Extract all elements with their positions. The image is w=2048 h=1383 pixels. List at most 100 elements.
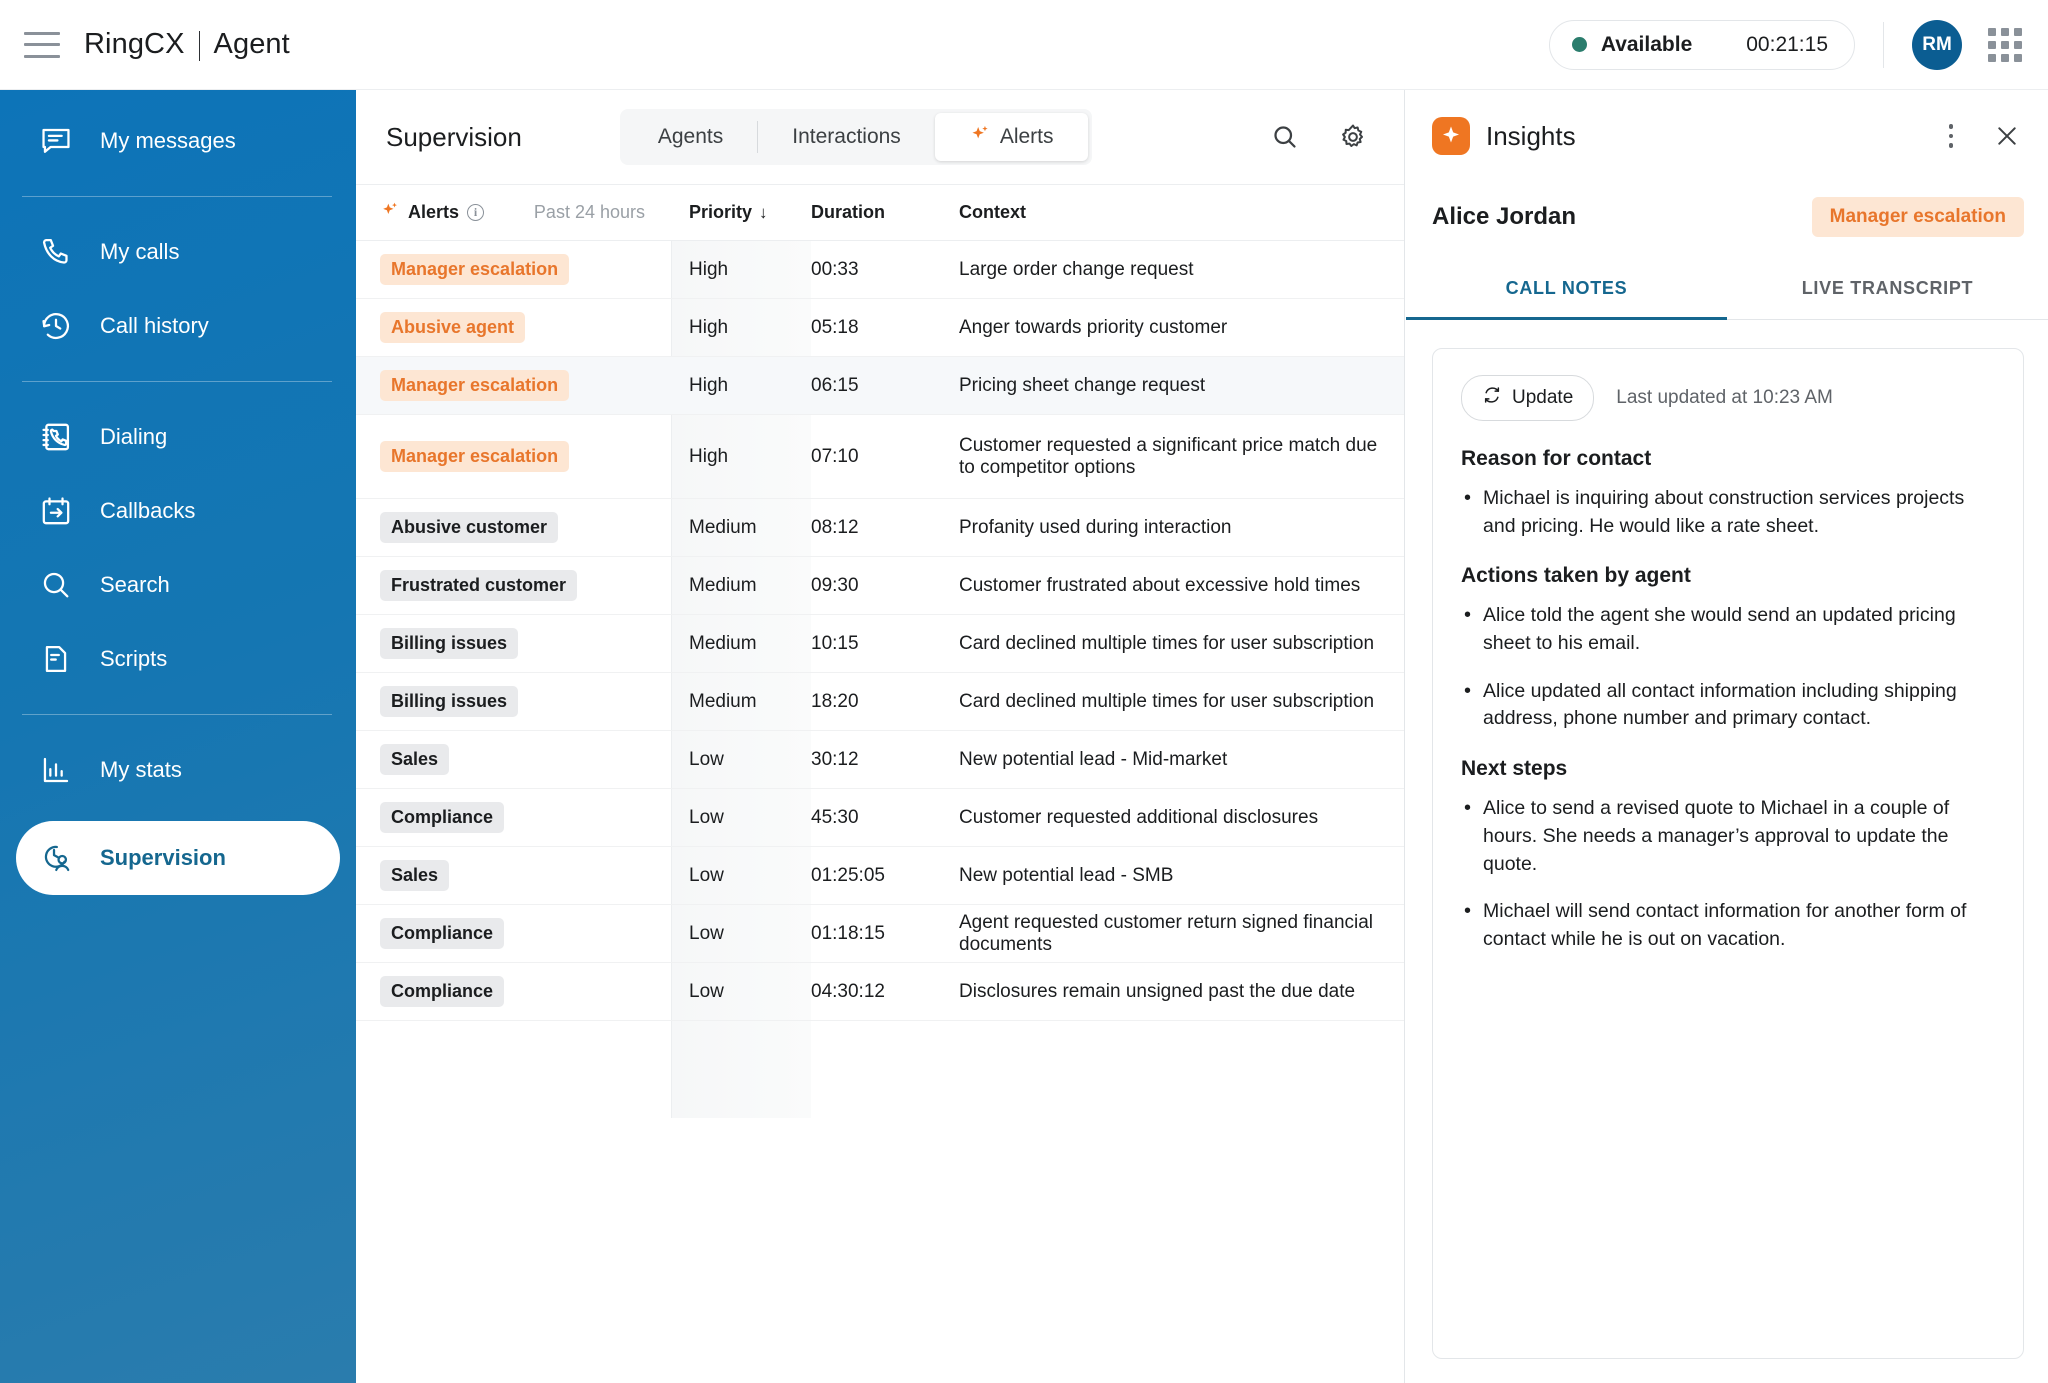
sidebar-item-call-history[interactable]: Call history <box>16 289 340 363</box>
cell-duration: 18:20 <box>811 691 959 713</box>
page-title: Supervision <box>386 122 522 153</box>
cell-alert-type: Billing issues <box>356 628 671 659</box>
tab-label: Agents <box>658 125 723 149</box>
table-row[interactable]: Billing issuesMedium18:20Card declined m… <box>356 673 1404 731</box>
column-header-label: Priority <box>689 202 752 223</box>
alert-type-badge: Manager escalation <box>380 441 569 472</box>
insights-header: Insights <box>1406 90 2048 182</box>
table-row[interactable]: SalesLow30:12New potential lead - Mid-ma… <box>356 731 1404 789</box>
column-header-duration[interactable]: Duration <box>811 202 959 223</box>
notes-section-list: Alice told the agent she would send an u… <box>1461 602 1995 733</box>
tab-call-notes[interactable]: CALL NOTES <box>1406 264 1727 319</box>
notes-section-list: Alice to send a revised quote to Michael… <box>1461 795 1995 953</box>
tab-label: Interactions <box>792 125 901 149</box>
update-button[interactable]: Update <box>1461 375 1594 421</box>
table-row[interactable]: ComplianceLow01:18:15Agent requested cus… <box>356 905 1404 963</box>
supervision-icon <box>38 840 74 876</box>
list-item: Michael is inquiring about construction … <box>1461 485 1995 540</box>
table-row[interactable]: Manager escalationHigh00:33Large order c… <box>356 241 1404 299</box>
supervision-header: Supervision Agents Interactions Alerts <box>356 90 1404 185</box>
sidebar-item-label: Supervision <box>100 845 226 871</box>
sidebar-item-scripts[interactable]: Scripts <box>16 622 340 696</box>
time-range-label: Past 24 hours <box>534 202 671 223</box>
sparkle-icon <box>969 123 991 151</box>
sidebar-item-label: Call history <box>100 313 209 339</box>
info-icon[interactable]: i <box>467 204 484 221</box>
table-row[interactable]: Billing issuesMedium10:15Card declined m… <box>356 615 1404 673</box>
more-vertical-icon[interactable] <box>1938 121 1964 151</box>
status-label: Available <box>1601 33 1692 57</box>
tab-live-transcript[interactable]: LIVE TRANSCRIPT <box>1727 264 2048 319</box>
column-header-priority[interactable]: Priority ↓ <box>671 202 811 223</box>
sidebar-item-search[interactable]: Search <box>16 548 340 622</box>
alert-type-badge: Billing issues <box>380 628 518 659</box>
table-row[interactable]: SalesLow01:25:05New potential lead - SMB <box>356 847 1404 905</box>
bar-chart-icon <box>38 752 74 788</box>
cell-duration: 01:25:05 <box>811 865 959 887</box>
tab-label: CALL NOTES <box>1506 278 1628 298</box>
cell-context: Anger towards priority customer <box>959 317 1404 339</box>
close-icon[interactable] <box>1990 119 2024 153</box>
cell-duration: 09:30 <box>811 575 959 597</box>
cell-context: Pricing sheet change request <box>959 375 1404 397</box>
avatar[interactable]: RM <box>1912 20 1962 70</box>
phone-icon <box>38 234 74 270</box>
alert-type-badge: Compliance <box>380 918 504 949</box>
cell-priority: Medium <box>671 517 811 539</box>
tab-alerts[interactable]: Alerts <box>935 113 1088 161</box>
sidebar-item-my-stats[interactable]: My stats <box>16 733 340 807</box>
cell-context: Customer frustrated about excessive hold… <box>959 575 1404 597</box>
tab-label: Alerts <box>1000 125 1054 149</box>
brand-primary: RingCX <box>84 28 185 61</box>
tab-agents[interactable]: Agents <box>624 113 757 161</box>
search-icon[interactable] <box>1268 120 1302 154</box>
brand-divider <box>199 31 200 61</box>
app-grid-icon[interactable] <box>1988 28 2022 62</box>
sort-descending-icon: ↓ <box>759 203 768 223</box>
sidebar-item-my-messages[interactable]: My messages <box>16 104 340 178</box>
list-item: Alice updated all contact information in… <box>1461 678 1995 733</box>
cell-priority: High <box>671 259 811 281</box>
cell-alert-type: Abusive customer <box>356 512 671 543</box>
sidebar-divider-3 <box>22 714 332 715</box>
cell-alert-type: Sales <box>356 744 671 775</box>
cell-context: Agent requested customer return signed f… <box>959 912 1404 956</box>
sidebar-item-callbacks[interactable]: Callbacks <box>16 474 340 548</box>
cell-context: New potential lead - SMB <box>959 865 1404 887</box>
cell-alert-type: Compliance <box>356 976 671 1007</box>
sidebar-item-my-calls[interactable]: My calls <box>16 215 340 289</box>
cell-priority: Low <box>671 923 811 945</box>
table-row[interactable]: Frustrated customerMedium09:30Customer f… <box>356 557 1404 615</box>
tab-interactions[interactable]: Interactions <box>758 113 935 161</box>
cell-priority: Low <box>671 807 811 829</box>
sidebar-item-dialing[interactable]: Dialing <box>16 400 340 474</box>
cell-context: Large order change request <box>959 259 1404 281</box>
table-row[interactable]: Abusive customerMedium08:12Profanity use… <box>356 499 1404 557</box>
cell-duration: 04:30:12 <box>811 981 959 1003</box>
table-row[interactable]: Manager escalationHigh07:10Customer requ… <box>356 415 1404 499</box>
cell-alert-type: Sales <box>356 860 671 891</box>
update-button-label: Update <box>1512 387 1573 409</box>
insights-tabs: CALL NOTES LIVE TRANSCRIPT <box>1406 264 2048 320</box>
hamburger-menu-icon[interactable] <box>24 32 60 58</box>
insights-header-actions <box>1938 119 2024 153</box>
alerts-table-body: Manager escalationHigh00:33Large order c… <box>356 241 1404 1021</box>
table-row[interactable]: Manager escalationHigh06:15Pricing sheet… <box>356 357 1404 415</box>
dialpad-book-icon <box>38 419 74 455</box>
gear-icon[interactable] <box>1336 120 1370 154</box>
table-row[interactable]: Abusive agentHigh05:18Anger towards prio… <box>356 299 1404 357</box>
sidebar-item-label: My messages <box>100 128 236 154</box>
column-header-context[interactable]: Context <box>959 202 1404 223</box>
sparkle-icon <box>380 200 400 225</box>
cell-context: New potential lead - Mid-market <box>959 749 1404 771</box>
table-row[interactable]: ComplianceLow04:30:12Disclosures remain … <box>356 963 1404 1021</box>
agent-status-pill[interactable]: Available 00:21:15 <box>1549 20 1855 70</box>
cell-alert-type: Manager escalation <box>356 370 671 401</box>
sidebar-item-supervision[interactable]: Supervision <box>16 821 340 895</box>
cell-duration: 05:18 <box>811 317 959 339</box>
clock-history-icon <box>38 308 74 344</box>
table-row[interactable]: ComplianceLow45:30Customer requested add… <box>356 789 1404 847</box>
insights-contact-row: Alice Jordan Manager escalation <box>1406 182 2048 246</box>
top-bar-right: Available 00:21:15 RM <box>1549 20 2048 70</box>
cell-priority: Medium <box>671 575 811 597</box>
